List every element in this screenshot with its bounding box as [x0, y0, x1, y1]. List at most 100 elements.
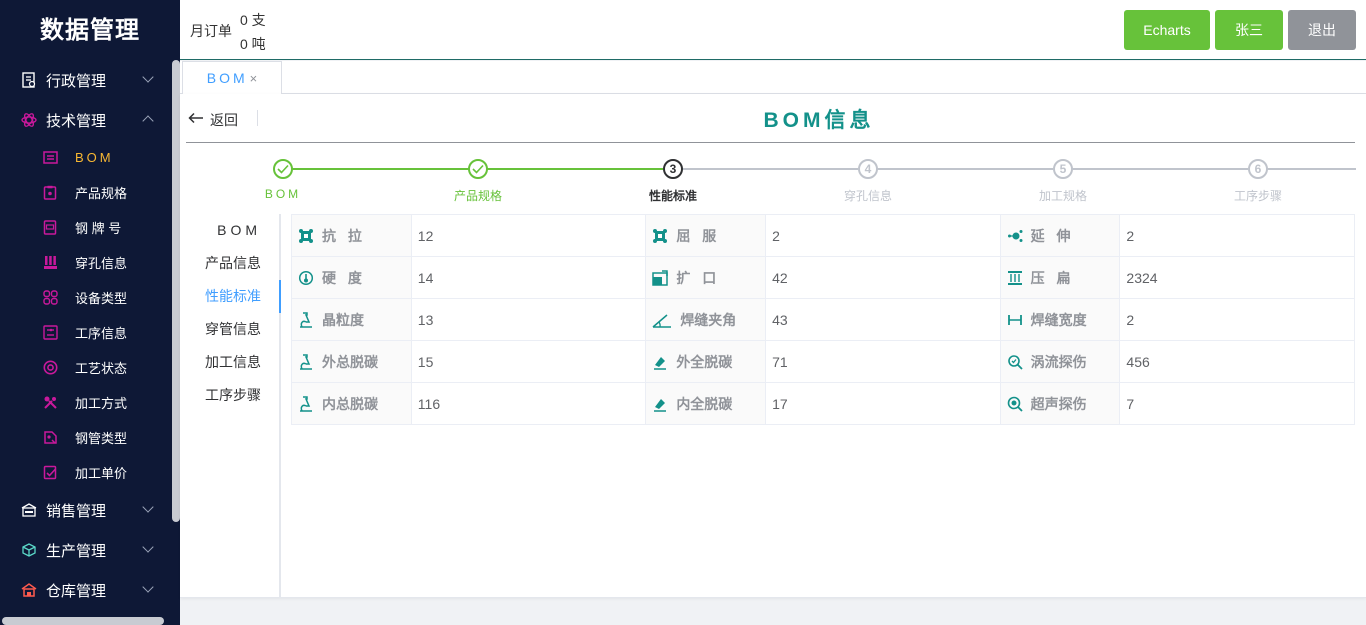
step-connector	[292, 168, 478, 170]
section-nav-machining-info[interactable]: 加工信息	[180, 346, 279, 379]
property-label: 超声探伤	[999, 382, 1121, 425]
steel-grade-icon	[42, 220, 58, 236]
tab-bom[interactable]: BOM ×	[182, 61, 282, 94]
menu-group-production[interactable]: 生产管理	[0, 530, 180, 570]
sidebar-item-unit-price[interactable]: 加工单价	[0, 455, 180, 490]
menu-group-label: 生产管理	[46, 542, 107, 560]
menu-group-admin[interactable]: 行政管理	[0, 60, 180, 100]
menu-group-label: 行政管理	[46, 72, 107, 90]
section-nav-product-info[interactable]: 产品信息	[180, 247, 279, 280]
property-value: 43	[765, 298, 1001, 341]
eddy-current-icon	[1007, 354, 1023, 370]
flattening-icon	[1007, 270, 1023, 286]
menu-group-sales[interactable]: 销售管理	[0, 490, 180, 530]
tabs-bar: BOM ×	[180, 61, 1366, 94]
close-icon[interactable]: ×	[250, 71, 258, 86]
outer-full-decarb-icon	[652, 354, 668, 370]
machining-method-icon	[42, 395, 58, 411]
table-row: 硬 度 14 扩 口 42 压 扁 2324	[291, 256, 1355, 299]
monthly-order-label: 月订单	[190, 23, 232, 39]
sidebar-item-label: 穿孔信息	[75, 256, 128, 271]
property-label-text: 内全脱碳	[676, 395, 733, 412]
logout-button[interactable]: 退出	[1288, 10, 1356, 50]
property-label: 涡流探伤	[999, 340, 1121, 383]
property-label: 晶粒度	[291, 298, 412, 341]
property-label: 抗 拉	[291, 214, 412, 257]
property-label: 焊缝夹角	[645, 298, 767, 341]
section-nav-performance[interactable]: 性能标准	[180, 280, 281, 313]
main-panel: 返回 BOM信息 BOM 产品规格 3 性能标准 4 穿孔信息 5 加工规格 6…	[180, 94, 1366, 598]
menu-group-label: 销售管理	[46, 502, 107, 520]
property-value: 71	[765, 340, 1001, 383]
sidebar-item-machining-method[interactable]: 加工方式	[0, 385, 180, 420]
step-label: 性能标准	[648, 189, 697, 203]
sidebar-item-process[interactable]: 工序信息	[0, 315, 180, 350]
sidebar-item-label: 钢管类型	[75, 431, 128, 446]
admin-icon	[20, 71, 38, 89]
property-value: 15	[410, 340, 647, 383]
warehouse-icon	[20, 581, 38, 599]
tensile-icon	[298, 228, 314, 244]
weld-width-icon	[1007, 312, 1023, 328]
menu-group-warehouse[interactable]: 仓库管理	[0, 570, 180, 610]
step-connector	[1267, 168, 1356, 170]
piercing-icon	[42, 255, 58, 271]
tab-label: BOM	[206, 70, 248, 86]
sidebar-item-label: 工艺状态	[75, 361, 128, 376]
echarts-button[interactable]: Echarts	[1124, 10, 1210, 50]
property-value: 116	[410, 382, 647, 425]
step-number: 6	[1248, 159, 1268, 179]
inner-total-decarb-icon	[298, 395, 314, 412]
process-icon	[42, 325, 58, 341]
property-label-text: 超声探伤	[1030, 395, 1087, 412]
craft-status-icon	[42, 360, 58, 376]
property-label: 屈 服	[645, 214, 767, 257]
sidebar-horizontal-scrollbar[interactable]	[2, 617, 164, 625]
property-value: 42	[765, 256, 1001, 299]
property-value: 14	[410, 256, 647, 299]
menu-group-tech[interactable]: 技术管理	[0, 100, 180, 140]
ultrasonic-icon	[1007, 396, 1023, 412]
property-label: 延 伸	[999, 214, 1121, 257]
property-label: 内总脱碳	[291, 382, 412, 425]
sidebar-scrollbar[interactable]	[172, 60, 180, 522]
step-connector	[1072, 168, 1248, 170]
weld-angle-icon	[652, 312, 672, 328]
sidebar-item-piercing[interactable]: 穿孔信息	[0, 245, 180, 280]
section-nav-process-steps[interactable]: 工序步骤	[180, 379, 279, 412]
property-label: 外全脱碳	[645, 340, 767, 383]
sidebar-item-steel-grade[interactable]: 钢 牌 号	[0, 210, 180, 245]
production-icon	[20, 541, 38, 559]
table-row: 内总脱碳 116 内全脱碳 17 超声探伤 7	[291, 382, 1355, 425]
step-number: 4	[858, 159, 878, 179]
monthly-order-weight: 0 吨	[240, 36, 266, 52]
property-label-text: 压 扁	[1030, 269, 1075, 286]
sidebar-item-pipe-type[interactable]: 钢管类型	[0, 420, 180, 455]
property-value: 2	[1119, 214, 1355, 257]
property-value: 12	[410, 214, 647, 257]
top-header: 月订单 0 支 0 吨 Echarts 张三 退出	[180, 0, 1366, 60]
property-label-text: 内总脱碳	[322, 395, 378, 412]
sidebar-item-bom[interactable]: BOM	[0, 140, 180, 175]
sidebar-item-label: 加工方式	[75, 396, 128, 411]
property-value: 7	[1119, 382, 1355, 425]
sales-icon	[20, 501, 38, 519]
title-divider	[186, 142, 1355, 143]
sidebar-item-craft-status[interactable]: 工艺状态	[0, 350, 180, 385]
sidebar-item-product-spec[interactable]: 产品规格	[0, 175, 180, 210]
flaring-icon	[652, 269, 669, 286]
grain-size-icon	[298, 311, 314, 328]
sidebar-item-equipment[interactable]: 设备类型	[0, 280, 180, 315]
property-value: 2	[1119, 298, 1355, 341]
user-button[interactable]: 张三	[1215, 10, 1283, 50]
steps: BOM 产品规格 3 性能标准 4 穿孔信息 5 加工规格 6 工序步骤	[180, 158, 1366, 208]
property-label: 内全脱碳	[645, 382, 767, 425]
chevron-down-icon	[142, 581, 154, 593]
page-title: BOM信息	[763, 109, 875, 132]
step-label: BOM	[264, 187, 302, 201]
outer-total-decarb-icon	[298, 353, 314, 370]
section-nav: BOM 产品信息 性能标准 穿管信息 加工信息 工序步骤	[180, 214, 281, 598]
section-nav-bom[interactable]: BOM	[180, 214, 279, 247]
inner-full-decarb-icon	[652, 396, 668, 412]
section-nav-pipe-info[interactable]: 穿管信息	[180, 313, 279, 346]
